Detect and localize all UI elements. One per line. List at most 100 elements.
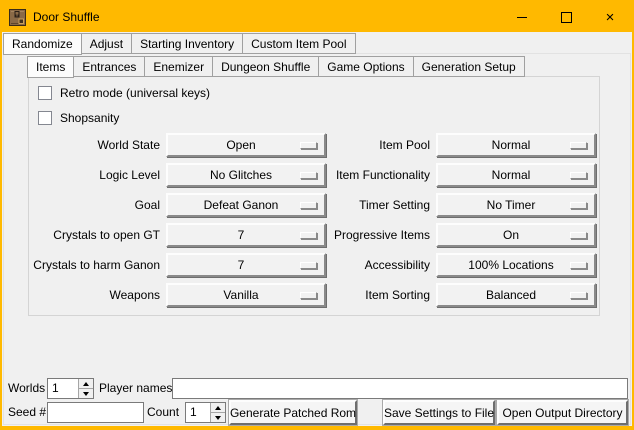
dropdown-indicator-icon [300,292,317,299]
item-sorting-label: Item Sorting [330,288,430,302]
tab-generation-setup[interactable]: Generation Setup [413,56,525,77]
timer-setting-value: No Timer [438,198,570,212]
arrow-down-icon [215,416,221,420]
count-value: 1 [186,403,210,422]
tab-game-options[interactable]: Game Options [318,56,413,77]
retro-mode-checkbox-row[interactable]: Retro mode (universal keys) [38,86,210,100]
item-functionality-value: Normal [438,168,570,182]
dropdown-indicator-icon [300,202,317,209]
goal-label: Goal [32,198,160,212]
crystals-gt-label: Crystals to open GT [32,228,160,242]
spin-up-button[interactable] [211,403,225,413]
tab-dungeon-shuffle[interactable]: Dungeon Shuffle [212,56,319,77]
timer-setting-label: Timer Setting [330,198,430,212]
close-button[interactable]: × [588,2,632,32]
generate-patched-rom-button[interactable]: Generate Patched Rom [229,400,357,425]
weapons-value: Vanilla [168,288,300,302]
save-settings-button[interactable]: Save Settings to File [383,400,495,425]
item-pool-label: Item Pool [330,138,430,152]
weapons-row: Weapons Vanilla [32,280,326,310]
spin-up-button[interactable] [79,379,93,389]
logic-level-label: Logic Level [32,168,160,182]
crystals-gt-dropdown[interactable]: 7 [166,223,326,247]
tab-entrances[interactable]: Entrances [73,56,145,77]
count-spinbox[interactable]: 1 [185,402,226,423]
settings-column-left: World State Open Logic Level No Glitches… [32,130,326,310]
tab-starting-inventory[interactable]: Starting Inventory [131,33,243,54]
tab-adjust[interactable]: Adjust [81,33,132,54]
tab-items[interactable]: Items [27,56,74,78]
spin-down-button[interactable] [211,413,225,422]
dropdown-indicator-icon [570,172,587,179]
item-functionality-dropdown[interactable]: Normal [436,163,596,187]
shopsanity-checkbox-row[interactable]: Shopsanity [38,111,119,125]
count-spin-arrows [210,403,225,422]
item-sorting-row: Item Sorting Balanced [330,280,596,310]
item-sorting-dropdown[interactable]: Balanced [436,283,596,307]
window-title: Door Shuffle [33,10,100,24]
minimize-button[interactable] [500,2,544,32]
worlds-value: 1 [48,379,78,398]
item-pool-row: Item Pool Normal [330,130,596,160]
goal-dropdown[interactable]: Defeat Ganon [166,193,326,217]
arrow-up-icon [215,406,221,410]
shopsanity-checkbox[interactable] [38,111,52,125]
player-names-label: Player names [99,378,172,399]
crystals-ganon-value: 7 [168,258,300,272]
window-controls: × [500,2,632,32]
crystals-ganon-dropdown[interactable]: 7 [166,253,326,277]
progressive-items-value: On [438,228,570,242]
tab-custom-item-pool[interactable]: Custom Item Pool [242,33,355,54]
worlds-spin-arrows [78,379,93,398]
dropdown-indicator-icon [570,202,587,209]
logic-level-dropdown[interactable]: No Glitches [166,163,326,187]
crystals-gt-value: 7 [168,228,300,242]
sub-tab-bar: Items Entrances Enemizer Dungeon Shuffle… [27,56,524,77]
world-state-label: World State [32,138,160,152]
world-state-row: World State Open [32,130,326,160]
dropdown-indicator-icon [300,172,317,179]
worlds-spinbox[interactable]: 1 [47,378,94,399]
retro-mode-checkbox[interactable] [38,86,52,100]
item-sorting-value: Balanced [438,288,570,302]
titlebar: Door Shuffle × [2,2,632,32]
arrow-down-icon [83,392,89,396]
maximize-icon [561,12,572,23]
weapons-dropdown[interactable]: Vanilla [166,283,326,307]
progressive-items-row: Progressive Items On [330,220,596,250]
world-state-dropdown[interactable]: Open [166,133,326,157]
logic-level-row: Logic Level No Glitches [32,160,326,190]
shopsanity-label: Shopsanity [60,111,119,125]
goal-row: Goal Defeat Ganon [32,190,326,220]
open-output-directory-button[interactable]: Open Output Directory [497,400,628,425]
tab-randomize[interactable]: Randomize [3,33,82,55]
progressive-items-dropdown[interactable]: On [436,223,596,247]
goal-value: Defeat Ganon [168,198,300,212]
arrow-up-icon [83,382,89,386]
spin-down-button[interactable] [79,389,93,398]
accessibility-value: 100% Locations [438,258,570,272]
item-pool-dropdown[interactable]: Normal [436,133,596,157]
progressive-items-label: Progressive Items [330,228,430,242]
minimize-icon [517,17,527,18]
dropdown-indicator-icon [570,262,587,269]
accessibility-row: Accessibility 100% Locations [330,250,596,280]
seed-input[interactable] [47,402,144,423]
tab-enemizer[interactable]: Enemizer [144,56,213,77]
retro-mode-label: Retro mode (universal keys) [60,86,210,100]
player-names-input[interactable] [172,378,628,399]
dropdown-indicator-icon [570,142,587,149]
accessibility-dropdown[interactable]: 100% Locations [436,253,596,277]
item-functionality-row: Item Functionality Normal [330,160,596,190]
timer-setting-dropdown[interactable]: No Timer [436,193,596,217]
app-icon [9,9,26,26]
world-state-value: Open [168,138,300,152]
crystals-ganon-label: Crystals to harm Ganon [32,258,160,272]
crystals-gt-row: Crystals to open GT 7 [32,220,326,250]
main-tab-bar: Randomize Adjust Starting Inventory Cust… [3,33,355,54]
seed-label: Seed # [8,402,46,423]
dropdown-indicator-icon [300,262,317,269]
maximize-button[interactable] [544,2,588,32]
dropdown-indicator-icon [300,142,317,149]
door-shuffle-window: Door Shuffle × Randomize Adjust Starting… [0,0,634,430]
